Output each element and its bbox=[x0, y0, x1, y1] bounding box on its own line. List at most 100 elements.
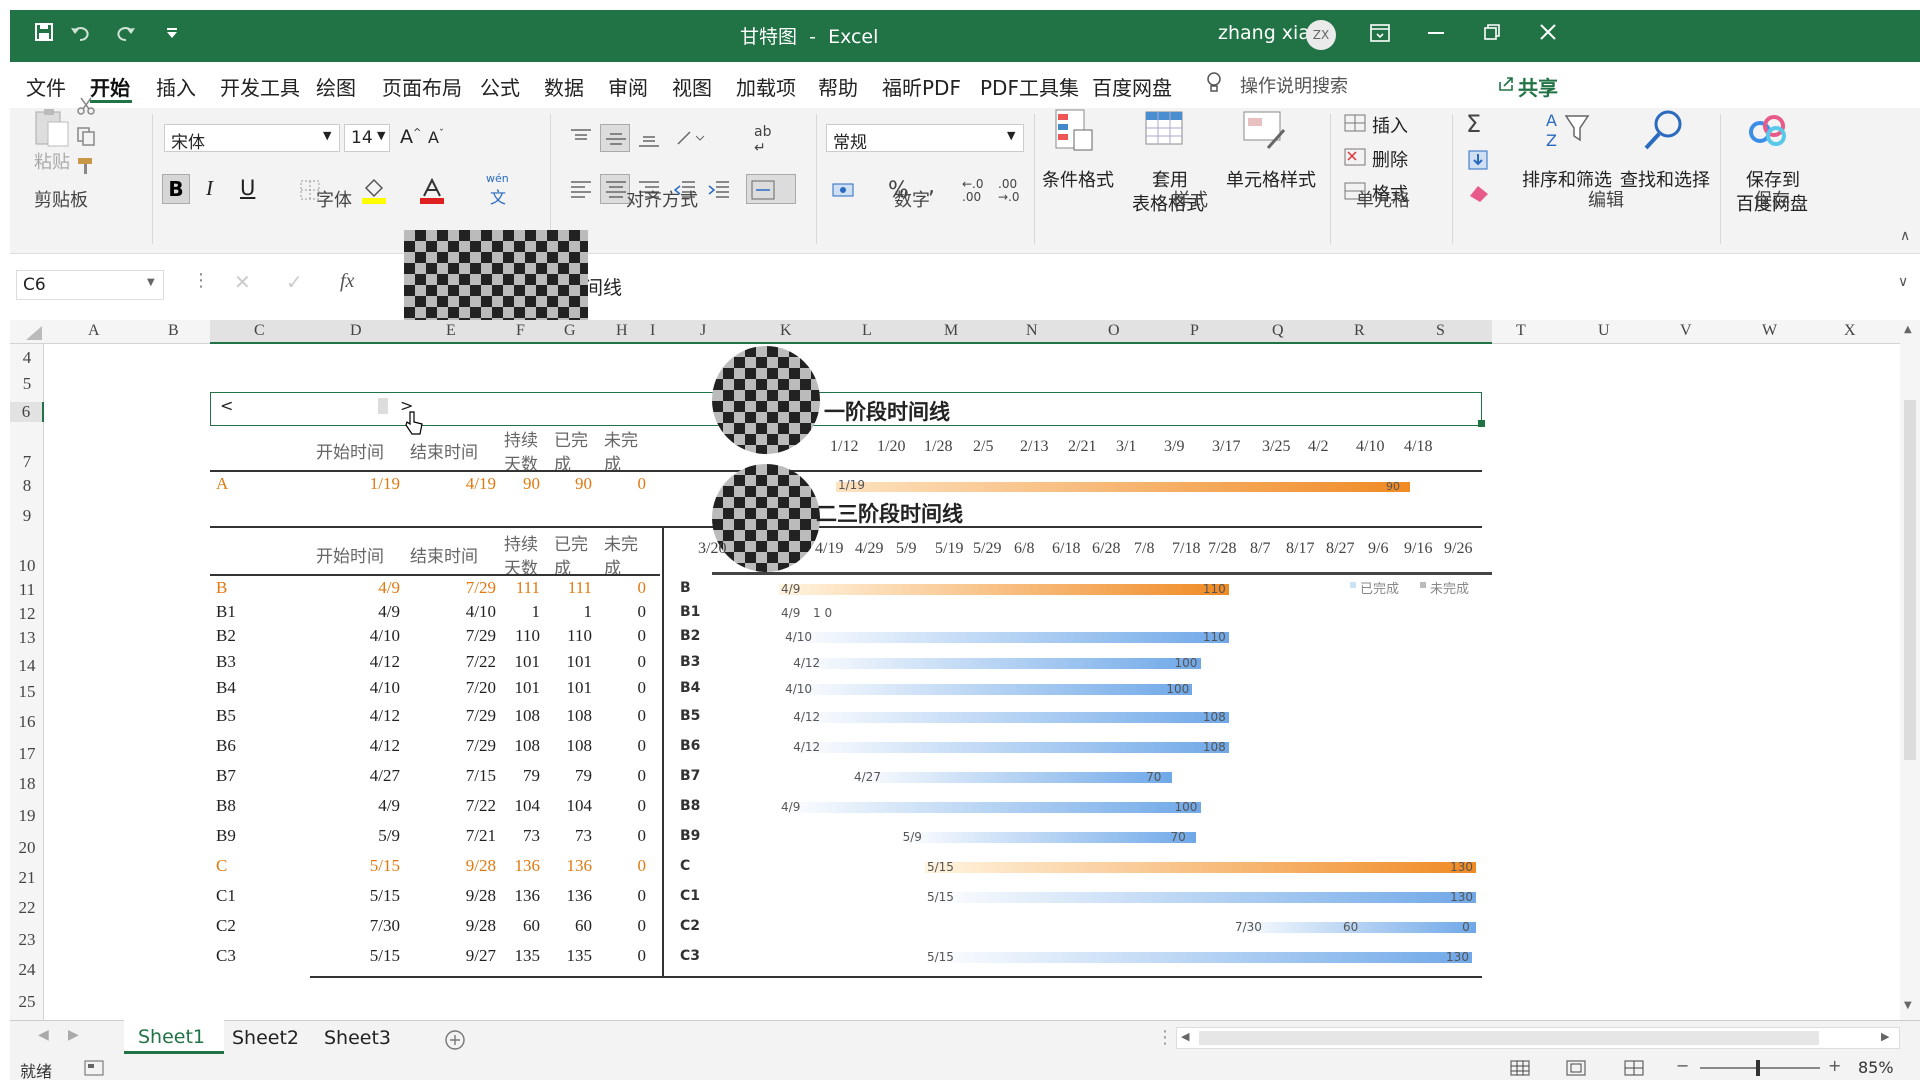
more-options-icon[interactable]: ⋮ bbox=[192, 270, 210, 291]
format-painter-icon[interactable] bbox=[76, 156, 96, 176]
delete-cells-icon[interactable] bbox=[1344, 148, 1366, 166]
col-header[interactable]: J bbox=[700, 322, 706, 340]
scroll-thumb[interactable] bbox=[378, 398, 388, 414]
share-icon[interactable] bbox=[1498, 76, 1514, 92]
split-handle[interactable]: ⋮ bbox=[1156, 1027, 1174, 1048]
fill-down-icon[interactable] bbox=[1468, 150, 1488, 170]
zoom-in-button[interactable]: + bbox=[1828, 1056, 1841, 1075]
sheet-tab[interactable]: Sheet2 bbox=[232, 1027, 299, 1049]
col-header[interactable]: N bbox=[1026, 322, 1038, 340]
scroll-left-arrow[interactable]: < bbox=[220, 396, 233, 415]
row-header[interactable]: 16 bbox=[10, 712, 44, 732]
tab-file[interactable]: 文件 bbox=[26, 72, 66, 101]
customize-toolbar-icon[interactable] bbox=[166, 28, 178, 38]
redo-icon[interactable] bbox=[116, 24, 136, 42]
col-header[interactable]: R bbox=[1354, 322, 1365, 340]
baidu-netdisk-icon[interactable] bbox=[1746, 112, 1790, 148]
col-header[interactable]: I bbox=[650, 322, 655, 340]
formula-input[interactable]: 间线 bbox=[386, 268, 1896, 302]
row-header[interactable]: 25 bbox=[10, 992, 44, 1012]
shrink-font-icon[interactable]: Aˇ bbox=[428, 128, 444, 147]
font-size-select[interactable]: 14 ▼ bbox=[344, 124, 390, 152]
tab-page-layout[interactable]: 页面布局 bbox=[382, 72, 462, 101]
row-header[interactable]: 11 bbox=[10, 580, 44, 600]
fill-color-icon[interactable] bbox=[362, 178, 386, 204]
zoom-slider[interactable] bbox=[1700, 1067, 1820, 1069]
cancel-entry-icon[interactable]: ✕ bbox=[234, 270, 251, 294]
row-header[interactable]: 24 bbox=[10, 960, 44, 980]
page-break-view-icon[interactable] bbox=[1624, 1060, 1644, 1076]
increase-indent-icon[interactable] bbox=[708, 180, 730, 200]
row-header[interactable]: 14 bbox=[10, 656, 44, 676]
increase-decimal-icon[interactable]: ←.0.00 bbox=[962, 178, 984, 204]
zoom-out-button[interactable]: − bbox=[1676, 1056, 1689, 1075]
col-header[interactable]: Q bbox=[1272, 322, 1284, 340]
minimize-icon[interactable] bbox=[1428, 32, 1444, 34]
page-layout-view-icon[interactable] bbox=[1566, 1060, 1586, 1076]
paste-icon[interactable] bbox=[30, 108, 74, 148]
tab-addins[interactable]: 加载项 bbox=[736, 72, 796, 101]
col-header[interactable]: G bbox=[564, 322, 576, 340]
row-header[interactable]: 6 bbox=[10, 402, 44, 422]
insert-cells-button[interactable]: 插入 bbox=[1372, 112, 1408, 138]
delete-cells-button[interactable]: 删除 bbox=[1372, 146, 1408, 172]
align-left-icon[interactable] bbox=[570, 180, 592, 200]
row-header[interactable]: 19 bbox=[10, 806, 44, 826]
save-icon[interactable] bbox=[34, 22, 54, 42]
col-header[interactable]: U bbox=[1598, 322, 1610, 340]
col-header[interactable]: E bbox=[446, 322, 456, 340]
tab-developer[interactable]: 开发工具 bbox=[220, 72, 300, 101]
normal-view-icon[interactable] bbox=[1510, 1060, 1530, 1076]
scroll-thumb[interactable] bbox=[1904, 400, 1916, 760]
tab-data[interactable]: 数据 bbox=[544, 72, 584, 101]
tab-foxit-pdf[interactable]: 福昕PDF bbox=[882, 72, 961, 101]
row-header[interactable]: 12 bbox=[10, 604, 44, 624]
row-header[interactable]: 20 bbox=[10, 838, 44, 858]
restore-icon[interactable] bbox=[1484, 24, 1500, 40]
insert-function-button[interactable]: fx bbox=[340, 270, 354, 293]
scroll-thumb[interactable] bbox=[1199, 1031, 1819, 1045]
autosum-icon[interactable]: Σ bbox=[1466, 110, 1481, 138]
bold-button[interactable]: B bbox=[162, 174, 190, 204]
row-header[interactable]: 18 bbox=[10, 774, 44, 794]
scroll-left-icon[interactable]: ◀ bbox=[1181, 1030, 1189, 1043]
font-color-icon[interactable] bbox=[420, 178, 444, 204]
tab-formulas[interactable]: 公式 bbox=[480, 72, 520, 101]
collapse-ribbon-icon[interactable]: ∧ bbox=[1900, 228, 1910, 244]
expand-formula-icon[interactable]: ∨ bbox=[1898, 274, 1908, 290]
col-header[interactable]: K bbox=[780, 322, 792, 340]
col-header[interactable]: P bbox=[1190, 322, 1199, 340]
sort-filter-icon[interactable]: AZ bbox=[1544, 108, 1590, 152]
tell-me-search[interactable]: 操作说明搜索 bbox=[1240, 72, 1348, 98]
close-icon[interactable] bbox=[1540, 24, 1556, 40]
row-header[interactable]: 15 bbox=[10, 682, 44, 702]
col-header[interactable]: A bbox=[88, 322, 100, 340]
col-header[interactable]: M bbox=[944, 322, 958, 340]
macro-record-icon[interactable] bbox=[84, 1060, 104, 1076]
row-header[interactable]: 8 bbox=[10, 476, 44, 496]
row-header[interactable]: 13 bbox=[10, 628, 44, 648]
clear-icon[interactable] bbox=[1468, 184, 1490, 202]
row-header[interactable]: 23 bbox=[10, 930, 44, 950]
cut-icon[interactable] bbox=[76, 96, 96, 116]
scroll-up-icon[interactable]: ▲ bbox=[1904, 324, 1912, 335]
vertical-scrollbar[interactable]: ▲ ▼ bbox=[1900, 320, 1920, 1020]
wrap-text-icon[interactable]: ab ↵ bbox=[754, 124, 771, 156]
font-name-select[interactable]: 宋体 ▼ bbox=[164, 124, 340, 153]
cell-styles-button[interactable]: 单元格样式 bbox=[1226, 166, 1316, 192]
select-all-corner[interactable] bbox=[26, 326, 42, 340]
col-header[interactable]: X bbox=[1844, 322, 1856, 340]
zoom-slider-thumb[interactable] bbox=[1756, 1060, 1760, 1076]
row-header[interactable]: 22 bbox=[10, 898, 44, 918]
paste-label[interactable]: 粘贴 bbox=[34, 148, 70, 174]
decrease-decimal-icon[interactable]: .00 →.0 bbox=[998, 178, 1020, 204]
row-header[interactable]: 5 bbox=[10, 374, 44, 394]
zoom-level[interactable]: 85% bbox=[1858, 1058, 1894, 1077]
italic-button[interactable]: I bbox=[206, 176, 213, 201]
confirm-entry-icon[interactable]: ✓ bbox=[286, 270, 303, 294]
add-sheet-icon[interactable] bbox=[444, 1029, 466, 1051]
col-header[interactable]: D bbox=[350, 322, 362, 340]
align-bottom-icon[interactable] bbox=[638, 128, 660, 148]
tab-pdf-tools[interactable]: PDF工具集 bbox=[980, 72, 1079, 101]
underline-button[interactable]: U bbox=[240, 176, 255, 200]
